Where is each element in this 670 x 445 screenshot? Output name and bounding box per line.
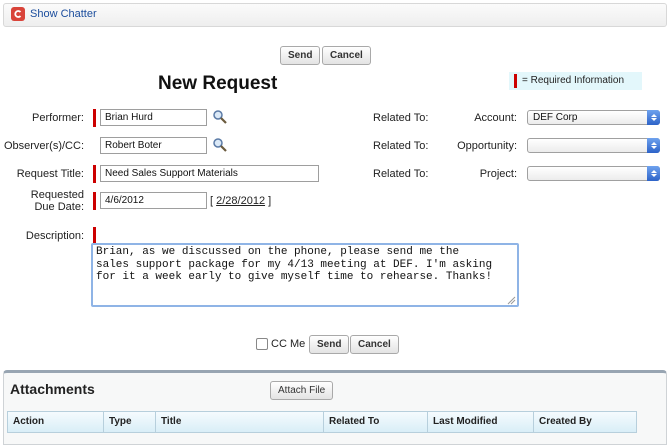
cc-me-checkbox[interactable] [256,338,268,350]
required-indicator [514,74,517,88]
resize-handle-icon[interactable] [507,296,516,305]
attachments-panel [3,370,667,445]
due-date-label-line1: Requested [30,189,84,201]
today-date-link[interactable]: 2/28/2012 [216,195,265,207]
column-header-related-to[interactable]: Related To [324,412,428,432]
attachments-title: Attachments [10,381,95,397]
account-select-value: DEF Corp [533,112,578,123]
column-header-action[interactable]: Action [8,412,104,432]
bracket-close: ] [268,195,272,207]
project-select[interactable] [527,166,660,181]
due-date-label-line2: Due Date: [34,201,84,213]
description-textarea[interactable]: Brian, as we discussed on the phone, ple… [91,243,519,307]
related-to-label-account: Related To: [373,112,429,124]
due-date-required-indicator [93,192,96,210]
show-chatter-link[interactable]: Show Chatter [30,8,97,20]
cc-me-label: CC Me [271,338,306,350]
column-header-last-modified[interactable]: Last Modified [428,412,534,432]
chatter-bar [3,3,667,27]
project-label: Project: [479,168,517,180]
magnifier-icon[interactable] [212,109,228,125]
required-legend-text: = Required Information [522,75,625,86]
attach-file-button[interactable]: Attach File [270,381,334,400]
request-title-label: Request Title: [16,168,84,180]
observers-input[interactable]: Robert Boter [100,137,207,154]
account-label: Account: [474,112,517,124]
request-title-input[interactable]: Need Sales Support Materials [100,165,319,182]
related-to-label-opportunity: Related To: [373,140,429,152]
observers-label: Observer(s)/CC: [3,140,84,152]
performer-required-indicator [93,109,96,127]
description-label: Description: [25,230,84,242]
dropdown-arrow-icon [647,110,660,125]
today-date-link-group: [ 2/28/2012 ] [210,195,271,207]
dropdown-arrow-icon [647,138,660,153]
send-button-bottom[interactable]: Send [309,335,350,354]
opportunity-label: Opportunity: [457,140,517,152]
performer-label: Performer: [32,112,84,124]
page-title: New Request [158,73,278,94]
send-button-top[interactable]: Send [280,46,321,65]
related-to-label-project: Related To: [373,168,429,180]
description-required-indicator [93,227,96,243]
required-legend: = Required Information [509,72,642,90]
dropdown-arrow-icon [647,166,660,181]
cancel-button-bottom[interactable]: Cancel [350,335,399,354]
magnifier-icon[interactable] [212,137,228,153]
chatter-icon[interactable] [11,7,25,21]
account-select[interactable]: DEF Corp [527,110,660,125]
performer-input[interactable]: Brian Hurd [100,109,207,126]
due-date-input[interactable]: 4/6/2012 [100,192,207,209]
bracket-open: [ [210,195,214,207]
column-header-type[interactable]: Type [104,412,156,432]
attachments-table-header: Action Type Title Related To Last Modifi… [7,411,637,433]
column-header-created-by[interactable]: Created By [534,412,636,432]
cancel-button-top[interactable]: Cancel [322,46,371,65]
request-title-required-indicator [93,165,96,183]
column-header-title[interactable]: Title [156,412,324,432]
opportunity-select[interactable] [527,138,660,153]
